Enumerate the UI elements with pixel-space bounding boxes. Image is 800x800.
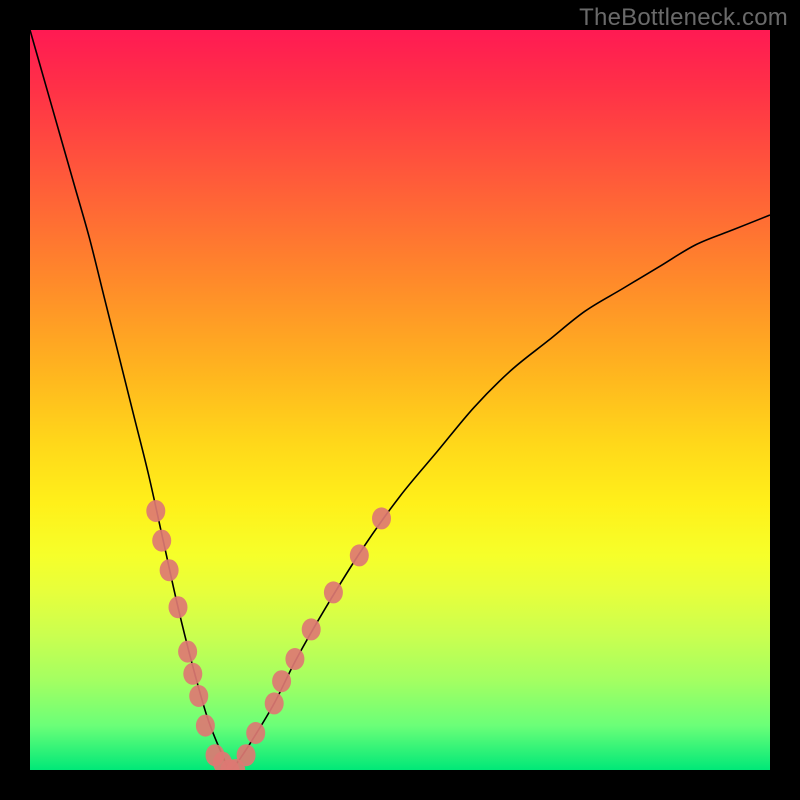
data-marker [302,618,321,640]
data-marker [160,559,179,581]
bottleneck-curve [30,30,770,770]
plot-area [30,30,770,770]
outer-frame: TheBottleneck.com [0,0,800,800]
data-marker [146,500,165,522]
data-marker [324,581,343,603]
data-marker [272,670,291,692]
chart-svg [30,30,770,770]
data-marker [178,641,197,663]
data-marker [285,648,304,670]
data-marker [372,507,391,529]
data-marker [169,596,188,618]
data-marker [350,544,369,566]
data-marker [152,530,171,552]
data-marker [189,685,208,707]
data-marker [196,715,215,737]
data-marker [237,744,256,766]
data-marker [183,663,202,685]
data-markers [146,500,391,770]
data-marker [265,692,284,714]
data-marker [246,722,265,744]
watermark-text: TheBottleneck.com [579,4,788,32]
